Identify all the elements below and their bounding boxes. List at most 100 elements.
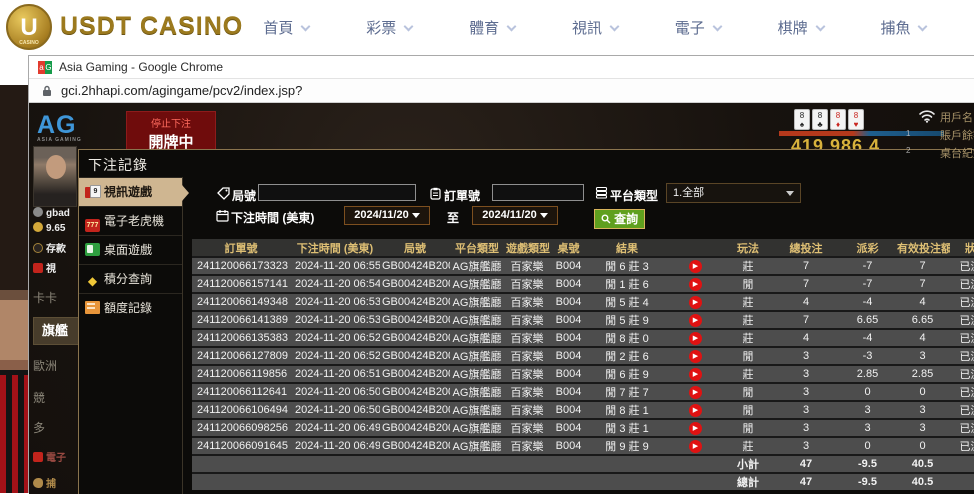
cell: 0 bbox=[895, 437, 950, 455]
sidebar-item-jing[interactable]: 競 bbox=[33, 389, 78, 406]
cell: 閒 9 莊 9 bbox=[587, 437, 667, 455]
cell: AG旗艦廳 bbox=[450, 401, 504, 419]
window-titlebar[interactable]: aG Asia Gaming - Google Chrome bbox=[29, 56, 974, 79]
play-video-button[interactable]: ▶ bbox=[689, 350, 702, 363]
modal-menu-item-diamond[interactable]: ◆積分查詢 bbox=[79, 264, 182, 293]
play-video-button[interactable]: ▶ bbox=[689, 296, 702, 309]
summary-cell: -9.5 bbox=[840, 473, 895, 490]
platform-select[interactable]: 1.全部 bbox=[666, 183, 801, 203]
nav-label: 捕魚 bbox=[880, 20, 910, 37]
cell: AG旗艦廳 bbox=[450, 329, 504, 347]
nav-item-5[interactable]: 電子 bbox=[675, 17, 721, 38]
cell: 閒 2 莊 6 bbox=[587, 347, 667, 365]
cell: 閒 6 莊 9 bbox=[587, 365, 667, 383]
cell: AG旗艦廳 bbox=[450, 293, 504, 311]
sidebar-item-fishing[interactable]: 捕 bbox=[33, 475, 78, 490]
nav-item-1[interactable]: 首頁 bbox=[263, 17, 309, 38]
summary-cell bbox=[450, 455, 504, 473]
summary-cell bbox=[587, 473, 667, 490]
summary-cell bbox=[587, 455, 667, 473]
chevron-down-icon bbox=[786, 191, 794, 196]
play-video-button[interactable]: ▶ bbox=[689, 278, 702, 291]
address-bar[interactable]: gci.2hhapi.com/agingame/pcv2/index.jsp? bbox=[29, 79, 974, 103]
play-video-button[interactable]: ▶ bbox=[689, 260, 702, 273]
play-video-button[interactable]: ▶ bbox=[689, 404, 702, 417]
cell: 已派彩 bbox=[950, 275, 974, 293]
cell: 已派彩 bbox=[950, 311, 974, 329]
user-panel-num: 2 bbox=[906, 146, 910, 155]
clipboard-icon bbox=[429, 187, 442, 200]
play-video-button[interactable]: ▶ bbox=[689, 422, 702, 435]
play-video-button[interactable]: ▶ bbox=[689, 314, 702, 327]
modal-menu-item-cards[interactable]: 視訊遊戲 bbox=[79, 177, 182, 206]
doc-icon bbox=[85, 301, 100, 314]
play-video-button[interactable]: ▶ bbox=[689, 440, 702, 453]
modal-menu-item-table[interactable]: 桌面遊戲 bbox=[79, 235, 182, 264]
sidebar-item-flagship[interactable]: 旗艦 bbox=[33, 317, 78, 345]
nav-item-4[interactable]: 視訊 bbox=[572, 17, 618, 38]
search-button[interactable]: 查詢 bbox=[594, 209, 645, 229]
deposit-button[interactable]: 存款 bbox=[33, 240, 78, 255]
window-title: Asia Gaming - Google Chrome bbox=[59, 60, 223, 74]
table-icon bbox=[85, 243, 100, 256]
cell: 241120066098256 bbox=[192, 419, 290, 437]
order-input[interactable] bbox=[492, 184, 584, 201]
bet-records-table: 訂單號下注時間 (美東)局號平台類型遊戲類型桌號結果玩法總投注派彩有效投注額狀態… bbox=[192, 239, 974, 490]
avatar[interactable] bbox=[33, 146, 77, 207]
cell: 7 bbox=[772, 311, 840, 329]
play-video-button[interactable]: ▶ bbox=[689, 386, 702, 399]
sidebar-item-multi[interactable]: 多 bbox=[33, 419, 78, 436]
cell: ▶ bbox=[667, 329, 724, 347]
cell: 已派彩 bbox=[950, 347, 974, 365]
summary-cell bbox=[290, 473, 380, 490]
cell: B004 bbox=[550, 275, 587, 293]
sidebar-item-kaka[interactable]: 卡卡 bbox=[33, 289, 78, 306]
nav-item-3[interactable]: 體育 bbox=[469, 17, 515, 38]
cell: 7 bbox=[772, 275, 840, 293]
cell: AG旗艦廳 bbox=[450, 383, 504, 401]
nav-label: 電子 bbox=[675, 20, 705, 37]
cell: B004 bbox=[550, 383, 587, 401]
cell: B004 bbox=[550, 437, 587, 455]
cell: GB00424B200HG bbox=[380, 365, 450, 383]
nav-item-2[interactable]: 彩票 bbox=[366, 17, 412, 38]
modal-menu: 視訊遊戲777電子老虎機桌面遊戲◆積分查詢額度記錄 bbox=[79, 177, 183, 494]
date-to-picker[interactable]: 2024/11/20 bbox=[472, 206, 558, 225]
summary-cell bbox=[450, 473, 504, 490]
user-panel-line: 桌台紀錄 bbox=[940, 145, 974, 161]
column-header bbox=[667, 239, 724, 257]
brand-title[interactable]: USDT CASINO bbox=[60, 12, 243, 41]
column-header: 平台類型 bbox=[450, 239, 504, 257]
usdt-casino-logo-icon[interactable]: U CASINO bbox=[6, 4, 52, 50]
modal-menu-item-slot[interactable]: 777電子老虎機 bbox=[79, 206, 182, 235]
sidebar-item-europe[interactable]: 歐洲 bbox=[33, 357, 78, 374]
cell: 莊 bbox=[724, 257, 772, 275]
chevron-down-icon bbox=[301, 22, 311, 32]
play-video-button[interactable]: ▶ bbox=[689, 368, 702, 381]
fish-icon bbox=[33, 478, 43, 488]
cell: 241120066135383 bbox=[192, 329, 290, 347]
cell: ▶ bbox=[667, 257, 724, 275]
table-row: 2411200661413892024-11-20 06:53:17GB0042… bbox=[192, 311, 974, 329]
table-row: 2411200660982562024-11-20 06:49:41GB0042… bbox=[192, 419, 974, 437]
sidebar-item-video[interactable]: 視 bbox=[33, 260, 78, 275]
date-from-picker[interactable]: 2024/11/20 bbox=[344, 206, 430, 225]
modal-title: 下注記錄 bbox=[88, 155, 148, 175]
cell: 2024-11-20 06:53:57 bbox=[290, 293, 380, 311]
nav-item-7[interactable]: 捕魚 bbox=[880, 17, 926, 38]
round-label: 局號 bbox=[232, 187, 256, 204]
user-panel-line: 賬戶餘額 bbox=[940, 127, 974, 143]
round-input[interactable] bbox=[258, 184, 416, 201]
cell: 百家樂 bbox=[504, 293, 550, 311]
cell: 3 bbox=[772, 419, 840, 437]
cell: 2024-11-20 06:50:24 bbox=[290, 401, 380, 419]
cell: 2024-11-20 06:49:41 bbox=[290, 419, 380, 437]
cell: ▶ bbox=[667, 383, 724, 401]
nav-item-6[interactable]: 棋牌 bbox=[778, 17, 824, 38]
cell: AG旗艦廳 bbox=[450, 419, 504, 437]
site-header: U CASINO USDT CASINO 首頁 彩票 體育 視訊 電子 棋牌 捕魚 bbox=[0, 0, 974, 55]
sidebar-item-slots[interactable]: 電子 bbox=[33, 449, 78, 464]
modal-menu-item-doc[interactable]: 額度記錄 bbox=[79, 293, 182, 322]
cell: 已派彩 bbox=[950, 401, 974, 419]
play-video-button[interactable]: ▶ bbox=[689, 332, 702, 345]
